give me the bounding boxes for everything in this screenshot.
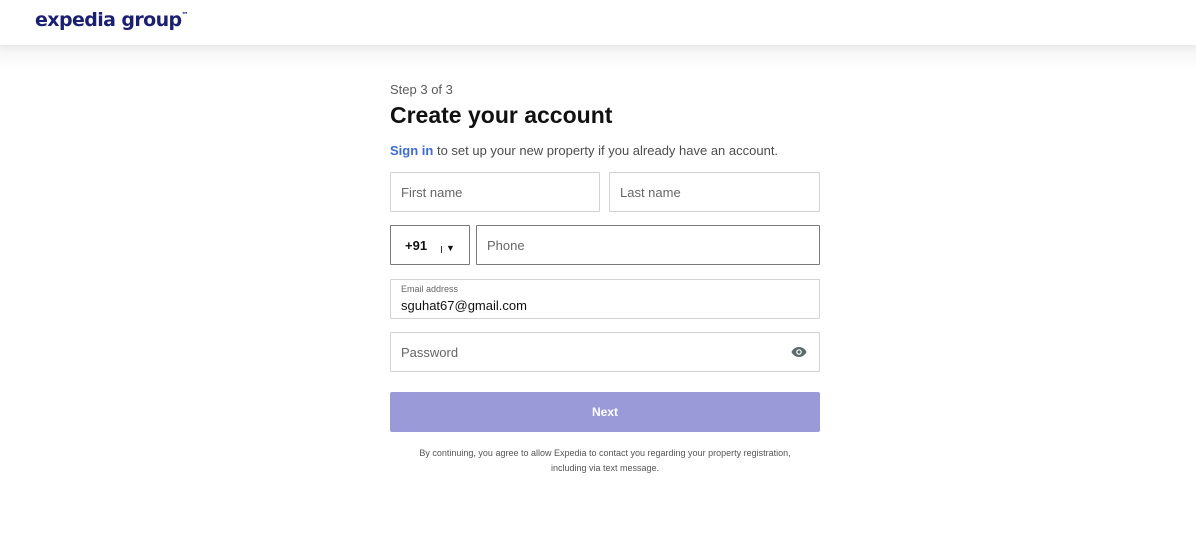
page-title: Create your account <box>390 102 613 128</box>
top-header: expedia group™ <box>0 0 1196 45</box>
first-name-field[interactable]: First name <box>390 172 600 212</box>
last-name-placeholder: Last name <box>620 185 681 200</box>
password-field[interactable]: Password <box>390 332 820 372</box>
password-placeholder: Password <box>401 345 459 360</box>
sign-in-link[interactable]: Sign in <box>390 143 433 158</box>
text-cursor <box>441 246 442 253</box>
country-code-value: +91 <box>405 238 428 253</box>
consent-disclaimer: By continuing, you agree to allow Expedi… <box>390 446 820 476</box>
disclaimer-line-2: including via text message. <box>550 463 660 473</box>
chevron-down-icon: ▼ <box>446 243 455 253</box>
phone-placeholder: Phone <box>487 238 525 253</box>
trademark-mark: ™ <box>181 11 189 19</box>
email-label: Email address <box>401 284 459 294</box>
eye-icon[interactable] <box>791 346 807 358</box>
first-name-placeholder: First name <box>401 185 463 200</box>
email-value: sguhat67@gmail.com <box>401 298 527 313</box>
expedia-group-logo[interactable]: expedia group™ <box>35 9 189 31</box>
phone-field[interactable]: Phone <box>476 225 820 265</box>
signin-prompt-text: to set up your new property if you alrea… <box>433 143 779 158</box>
email-field[interactable]: Email address sguhat67@gmail.com <box>390 279 820 319</box>
last-name-field[interactable]: Last name <box>609 172 820 212</box>
next-button[interactable]: Next <box>390 392 820 432</box>
country-code-select[interactable]: +91 ▼ <box>390 225 470 265</box>
step-indicator: Step 3 of 3 <box>390 82 453 97</box>
signin-prompt: Sign in to set up your new property if y… <box>390 143 778 158</box>
disclaimer-line-1: By continuing, you agree to allow Expedi… <box>419 448 791 458</box>
